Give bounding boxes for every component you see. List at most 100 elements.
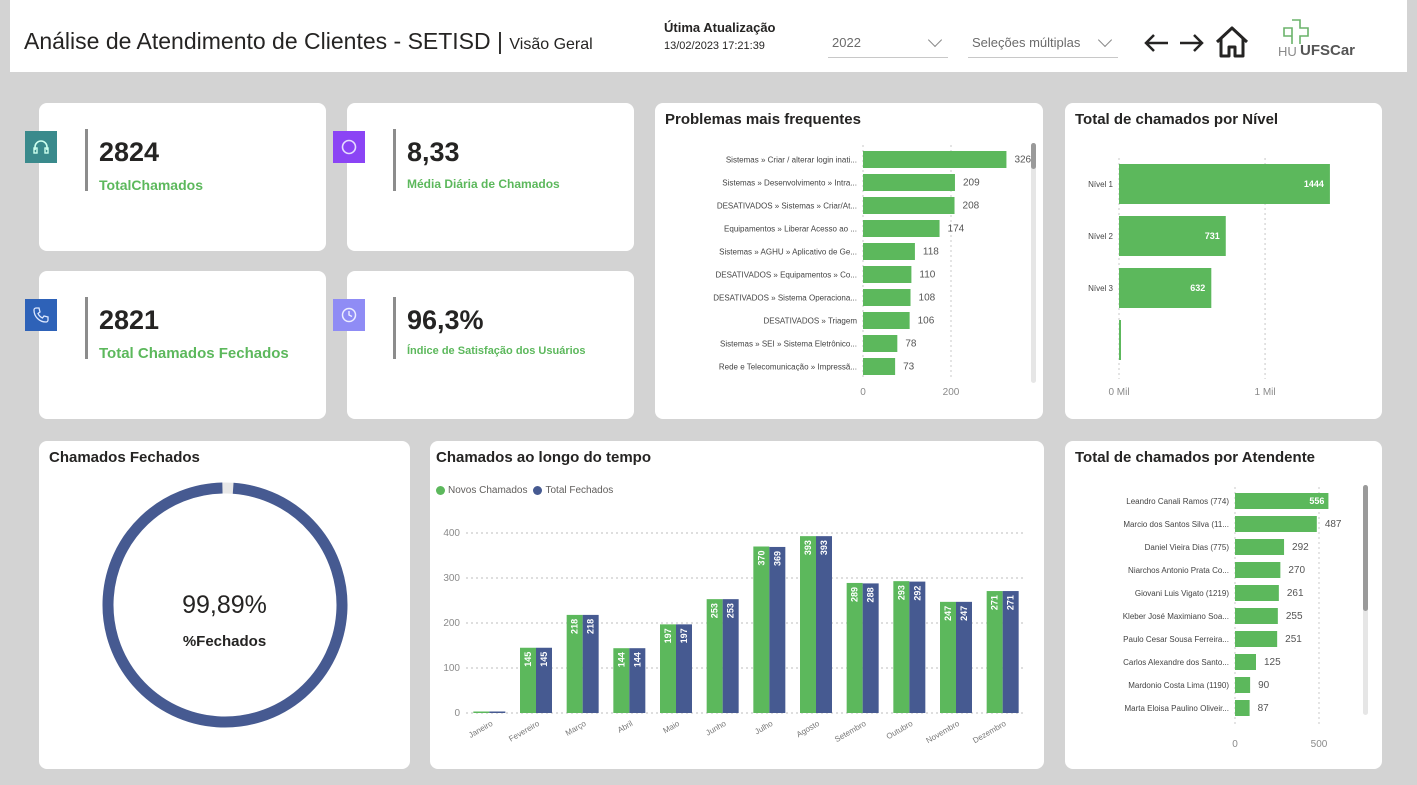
scrollbar-thumb[interactable]: [1363, 485, 1368, 611]
kpi-divider: [85, 297, 88, 359]
data-label: 293: [896, 585, 906, 600]
bar: [863, 220, 940, 237]
x-tick-label: 200: [943, 387, 960, 398]
x-tick-label: 500: [1311, 739, 1328, 750]
kpi-card-total: 2824 TotalChamados: [25, 103, 326, 251]
data-label: 326: [1014, 155, 1031, 166]
agent-scrollbar[interactable]: [1363, 485, 1368, 715]
data-label: 73: [903, 362, 915, 373]
data-label: 247: [959, 606, 969, 621]
data-label: 292: [912, 586, 922, 601]
data-label: 208: [963, 201, 980, 212]
closed-donut-card: Chamados Fechados 99,89% %Fechados: [39, 441, 410, 769]
category-label: Rede e Telecomunicação » Impressã...: [719, 363, 857, 372]
category-label: DESATIVADOS » Equipamentos » Co...: [715, 271, 857, 280]
x-tick-label: 0: [1232, 739, 1238, 750]
bar: [863, 266, 912, 283]
kpi-value: 2824: [99, 137, 160, 167]
y-tick-label: 300: [443, 573, 460, 584]
x-tick-label: Janeiro: [467, 719, 495, 740]
bar: [1235, 516, 1317, 532]
y-tick-label: 0: [454, 708, 460, 719]
multi-slicer-value: Seleções múltiplas: [972, 35, 1081, 50]
bar: [800, 536, 816, 713]
x-tick-label: Novembro: [925, 719, 962, 746]
forward-button[interactable]: [1174, 26, 1208, 60]
data-label: 393: [819, 540, 829, 555]
data-label: 108: [919, 293, 936, 304]
agent-chart-card: Total de chamados por Atendente 0 500 Lean…: [1065, 441, 1382, 769]
level-chart-card: Total de chamados por Nível 0 Mil 1 Mil Ní…: [1065, 103, 1382, 419]
category-label: Sistemas » SEI » Sistema Eletrônico...: [720, 340, 857, 349]
year-slicer[interactable]: 2022: [828, 28, 948, 58]
data-label: 261: [1287, 588, 1304, 599]
logo-text: UFSCar: [1300, 42, 1356, 59]
kpi-label: Índice de Satisfação dos Usuários: [407, 345, 586, 357]
bar: [863, 358, 896, 375]
category-label: Mardonio Costa Lima (1190): [1128, 681, 1229, 690]
category-label: Niarchos Antonio Prata Co...: [1128, 566, 1229, 575]
data-label: 255: [1286, 611, 1303, 622]
x-tick-label: Agosto: [795, 719, 822, 740]
bar: [863, 243, 915, 260]
level-bar-chart: 0 Mil 1 Mil Nível 1 1444 Nível 2 731 Nível 3 63…: [1088, 158, 1330, 398]
back-button[interactable]: [1140, 26, 1174, 60]
x-tick-label: Fevereiro: [507, 719, 541, 744]
kpi-label: Total Chamados Fechados: [99, 345, 289, 362]
chevron-down-icon: [927, 32, 943, 47]
x-tick-label: 0: [860, 387, 866, 398]
y-tick-label: 100: [443, 663, 460, 674]
data-label: 271: [1006, 595, 1016, 610]
data-label: 247: [943, 606, 953, 621]
category-label: Marcio dos Santos Silva (11...: [1123, 520, 1229, 529]
data-label: 174: [948, 224, 965, 235]
category-label: Nível 3: [1088, 284, 1113, 293]
bar: [473, 711, 490, 713]
report-subtitle: Visão Geral: [509, 36, 593, 53]
category-label: Sistemas » Criar / alterar login inati..…: [726, 156, 857, 165]
bar: [1235, 700, 1250, 716]
clock-icon: [333, 299, 365, 331]
bar: [1235, 654, 1256, 670]
category-label: Giovani Luis Vigato (1219): [1135, 589, 1229, 598]
data-label: 118: [923, 247, 939, 258]
bar: [1235, 677, 1251, 693]
bar: [1235, 539, 1285, 555]
x-tick-label: Setembro: [833, 719, 868, 744]
category-label: DESATIVADOS » Sistemas » Criar/At...: [717, 202, 857, 211]
year-slicer-value: 2022: [832, 35, 861, 50]
problems-scrollbar[interactable]: [1031, 143, 1036, 383]
home-button[interactable]: [1212, 22, 1252, 62]
category-label: Carlos Alexandre dos Santo...: [1123, 658, 1229, 667]
headset-icon: [25, 131, 57, 163]
bar: [863, 151, 1007, 168]
bar: [863, 312, 910, 329]
bar: [1235, 562, 1281, 578]
data-label: 145: [523, 652, 533, 667]
data-label: 292: [1292, 542, 1309, 553]
bar: [1235, 608, 1278, 624]
last-update-value: 13/02/2023 17:21:39: [664, 40, 765, 52]
data-label: 270: [1288, 565, 1305, 576]
data-label: 253: [726, 603, 736, 618]
scrollbar-thumb[interactable]: [1031, 143, 1036, 169]
data-label: 288: [866, 587, 876, 602]
last-update-label: Útima Atualização: [664, 20, 776, 35]
y-tick-label: 400: [443, 528, 460, 539]
page-title: Análise de Atendimento de Clientes - SET…: [24, 28, 593, 55]
donut-value: 99,89%: [182, 591, 267, 619]
data-label: 218: [586, 619, 596, 634]
multi-select-slicer[interactable]: Seleções múltiplas: [968, 28, 1118, 58]
bar: [1235, 631, 1278, 647]
y-tick-label: 200: [443, 618, 460, 629]
problems-bar-chart: 0 200 Sistemas » Criar / alterar login ina…: [713, 145, 1032, 398]
data-label: 289: [850, 587, 860, 602]
bar: [1235, 585, 1279, 601]
data-label: 393: [803, 540, 813, 555]
arrow-left-icon: [1144, 34, 1168, 52]
report-title: Análise de Atendimento de Clientes - SET…: [24, 28, 491, 54]
logo-prefix: HU: [1278, 44, 1297, 59]
data-label: 1444: [1304, 179, 1324, 189]
data-label: 145: [539, 652, 549, 667]
data-label: 144: [616, 652, 626, 667]
